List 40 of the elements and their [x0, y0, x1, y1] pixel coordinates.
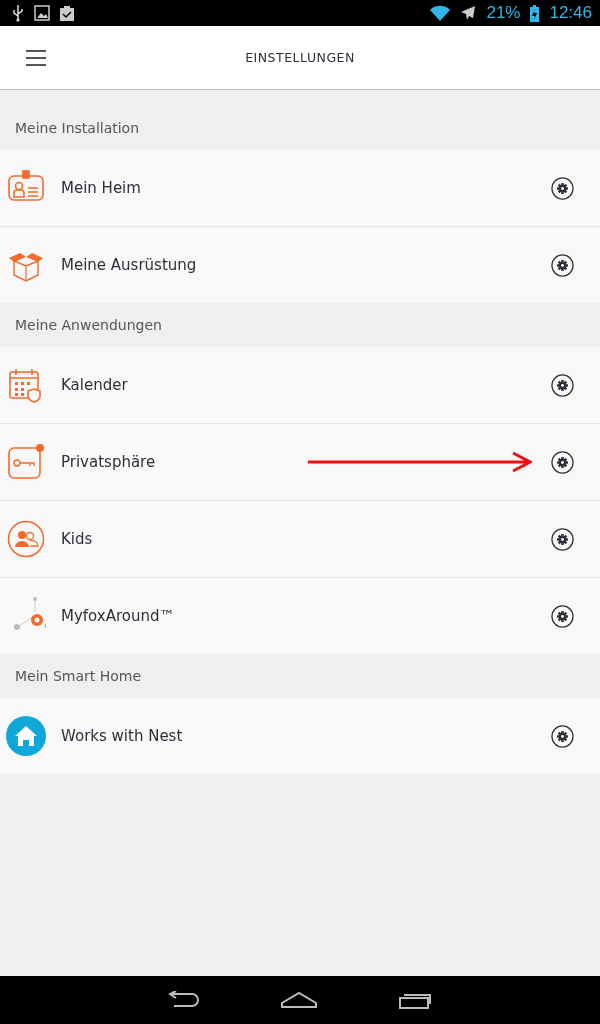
settings-icon[interactable]: [551, 373, 574, 397]
settings-row[interactable]: Kids: [0, 501, 600, 578]
settings-row[interactable]: Mein Heim: [0, 150, 600, 227]
row-label: Privatsphäre: [61, 453, 157, 471]
people-icon: [6, 519, 46, 559]
settings-icon[interactable]: [551, 724, 574, 748]
settings-icon[interactable]: [551, 253, 574, 277]
settings-row[interactable]: Privatsphäre: [0, 424, 600, 501]
page-title: EINSTELLUNGEN: [245, 50, 355, 65]
row-label: MyfoxAround™: [61, 607, 176, 625]
key-icon: [6, 442, 46, 482]
section-header: Meine Anwendungen: [15, 317, 162, 333]
settings-icon[interactable]: [551, 176, 574, 200]
usb-icon: [12, 4, 24, 22]
settings-row[interactable]: Meine Ausrüstung: [0, 227, 600, 303]
settings-icon[interactable]: [551, 527, 574, 551]
menu-button[interactable]: [26, 49, 46, 66]
row-label: Mein Heim: [61, 179, 142, 197]
settings-row[interactable]: MyfoxAround™: [0, 578, 600, 654]
row-label: Kalender: [61, 376, 129, 394]
row-label: Meine Ausrüstung: [61, 256, 198, 274]
back-icon[interactable]: [166, 991, 200, 1009]
settings-row[interactable]: Kalender: [0, 347, 600, 424]
section-header: Mein Smart Home: [15, 668, 142, 684]
recent-apps-icon[interactable]: [398, 991, 434, 1009]
row-label: Kids: [61, 530, 94, 548]
section-header: Meine Installation: [15, 120, 140, 136]
home-icon[interactable]: [280, 991, 318, 1009]
clock: 12:46: [549, 3, 592, 23]
row-label: Works with Nest: [61, 727, 184, 745]
settings-row[interactable]: Works with Nest: [0, 698, 600, 774]
battery-charging-icon: [530, 4, 540, 22]
settings-icon[interactable]: [551, 450, 574, 474]
battery-percent: 21%: [486, 3, 521, 23]
settings-icon[interactable]: [551, 604, 574, 628]
house-icon: [6, 716, 46, 756]
image-icon: [34, 5, 50, 21]
clipboard-check-icon: [60, 5, 74, 21]
wifi-icon: [430, 5, 451, 21]
airplane-icon: [460, 5, 477, 21]
